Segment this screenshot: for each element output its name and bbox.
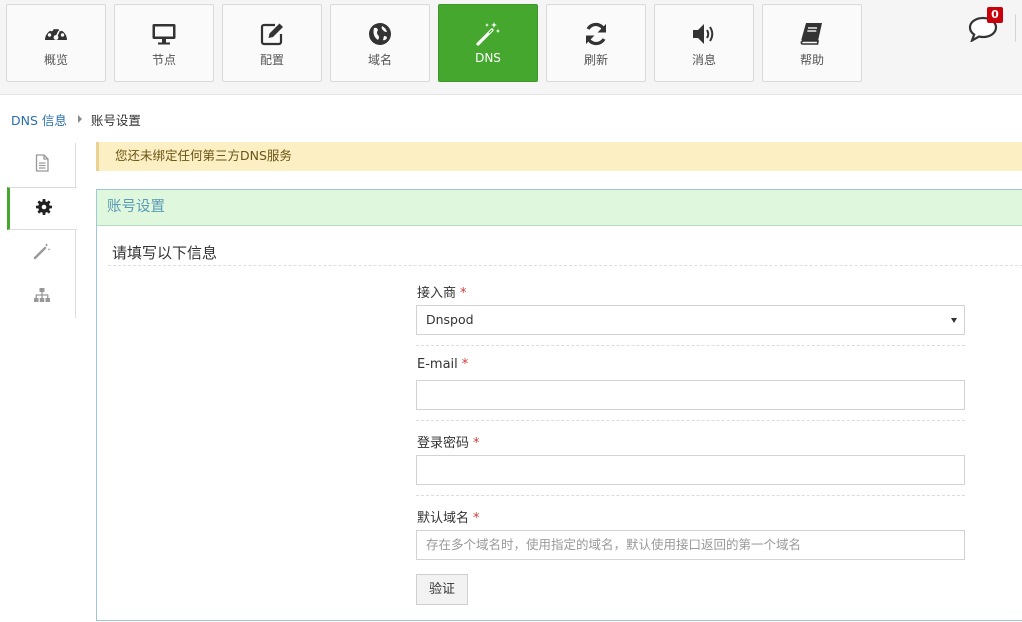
book-icon (798, 21, 826, 47)
password-label-text: 登录密码 (417, 436, 470, 451)
nav-label: 域名 (367, 53, 392, 67)
nav-domains[interactable]: 域名 (330, 4, 430, 82)
password-field[interactable] (416, 455, 965, 485)
section-title: 请填写以下信息 (112, 244, 218, 262)
nav-label: DNS (475, 51, 501, 65)
nav-nodes[interactable]: 节点 (114, 4, 214, 82)
magic-wand-icon (33, 242, 51, 264)
breadcrumb-dns-info-link[interactable]: DNS 信息 (11, 110, 67, 129)
verify-button[interactable]: 验证 (416, 574, 468, 605)
divider (416, 420, 965, 421)
provider-label-text: 接入商 (417, 286, 457, 301)
caret-down-icon (951, 318, 957, 323)
magic-wand-icon (474, 21, 502, 47)
default-domain-field[interactable]: 存在多个域名时，使用指定的域名，默认使用接口返回的第一个域名 (416, 530, 965, 560)
breadcrumb-current: 账号设置 (90, 112, 141, 128)
monitor-icon (150, 21, 178, 47)
file-icon (33, 153, 51, 176)
required-marker: * (460, 286, 467, 301)
divider (108, 265, 1022, 266)
side-tabs (7, 143, 77, 318)
gear-icon (35, 198, 53, 220)
sidetab-wizard[interactable] (7, 231, 76, 274)
default-domain-label-text: 默认域名 (417, 511, 470, 526)
volume-icon (690, 21, 718, 47)
breadcrumb: DNS 信息 账号设置 (11, 110, 141, 128)
account-settings-panel: 账号设置 请填写以下信息 接入商 * Dnspod E-mail * 登录密码 * 默… (96, 189, 1022, 621)
notification-count-badge: 0 (987, 7, 1003, 23)
dashboard-icon (42, 21, 70, 47)
nav-messages[interactable]: 消息 (654, 4, 754, 82)
required-marker: * (461, 357, 469, 372)
nav-help[interactable]: 帮助 (762, 4, 862, 82)
divider (416, 345, 965, 346)
caret-right-icon (77, 115, 82, 123)
nav-refresh[interactable]: 刷新 (546, 4, 646, 82)
default-domain-placeholder: 存在多个域名时，使用指定的域名，默认使用接口返回的第一个域名 (426, 537, 802, 552)
nav-label: 帮助 (799, 53, 824, 67)
email-label-text: E-mail (417, 357, 458, 372)
nav-dns[interactable]: DNS (438, 4, 538, 82)
provider-selected-value: Dnspod (426, 312, 474, 327)
sidetab-structure[interactable] (7, 275, 76, 318)
provider-label: 接入商 * (417, 282, 467, 301)
nav-config[interactable]: 配置 (222, 4, 322, 82)
edit-icon (258, 21, 286, 47)
password-label: 登录密码 * (417, 432, 480, 451)
nav-overview[interactable]: 概览 (6, 4, 106, 82)
sidetab-info[interactable] (7, 143, 76, 186)
warning-alert: 您还未绑定任何第三方DNS服务 (96, 142, 1022, 171)
nav-label: 配置 (259, 53, 284, 67)
divider (1015, 14, 1016, 42)
divider (416, 495, 965, 496)
notification-button[interactable]: 0 (968, 7, 1004, 44)
nav-label: 消息 (691, 53, 716, 67)
nav-label: 概览 (43, 53, 68, 67)
nav-label: 节点 (151, 53, 176, 67)
provider-select[interactable]: Dnspod (416, 305, 965, 335)
default-domain-label: 默认域名 * (417, 507, 480, 526)
refresh-icon (582, 21, 610, 47)
nav-label: 刷新 (583, 53, 608, 67)
top-navigation: 概览 节点 配置 域名 DNS 刷新 消息 帮助 0 (0, 0, 1022, 95)
panel-title: 账号设置 (97, 190, 1022, 226)
required-marker: * (473, 436, 480, 451)
required-marker: * (473, 511, 480, 526)
email-label: E-mail * (417, 357, 468, 372)
sitemap-icon (33, 286, 51, 308)
email-field[interactable] (416, 380, 965, 410)
globe-icon (366, 21, 394, 47)
sidetab-account-settings[interactable] (7, 187, 77, 230)
alert-text: 您还未绑定任何第三方DNS服务 (115, 148, 292, 163)
